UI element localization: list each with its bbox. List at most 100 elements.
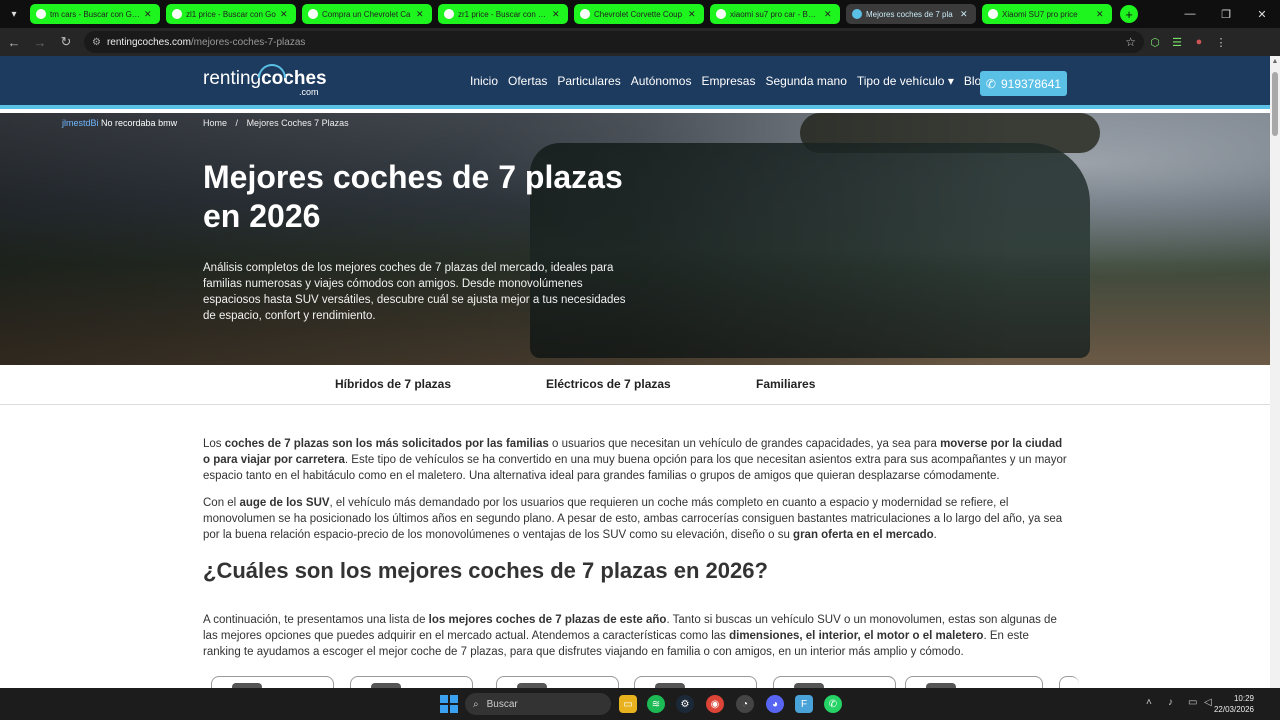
car-card[interactable] <box>496 676 619 688</box>
text-run: A continuación, te presentamos una lista… <box>203 614 429 626</box>
clock-date: 22/03/2026 <box>1213 705 1254 714</box>
app-icon[interactable]: ◔ <box>736 695 754 713</box>
tab-close-icon[interactable]: ✕ <box>960 9 970 20</box>
f-icon[interactable]: F <box>795 695 813 713</box>
tab-search-icon[interactable]: ▾ <box>4 4 24 24</box>
web-page: rentingcoches .com Inicio Ofertas Particul… <box>0 56 1270 688</box>
reload-icon[interactable]: ↻ <box>54 30 78 54</box>
car-card-carousel <box>211 676 1081 688</box>
breadcrumb-current: Mejores Coches 7 Plazas <box>246 118 349 128</box>
bold-run: gran oferta en el mercado <box>793 529 934 541</box>
profile-avatar[interactable]: ● <box>1188 31 1210 53</box>
car-card[interactable] <box>634 676 757 688</box>
browser-tab[interactable]: Chevrolet Corvette Coup ✕ <box>574 4 704 24</box>
bookmark-star-icon[interactable]: ☆ <box>1125 35 1136 49</box>
restore-icon[interactable]: ❐ <box>1208 0 1244 28</box>
microphone-icon[interactable]: ♪ <box>1168 697 1173 708</box>
hero-description: Análisis completos de los mejores coches… <box>203 262 626 322</box>
close-window-icon[interactable]: ✕ <box>1244 0 1280 28</box>
subnav-hibridos[interactable]: Híbridos de 7 plazas <box>335 377 451 391</box>
logo-arc-icon <box>258 64 286 78</box>
tab-favicon-icon <box>852 9 862 19</box>
volume-icon[interactable]: ◁ <box>1204 697 1212 708</box>
tab-favicon-icon <box>172 9 182 19</box>
tab-title: zl1 price - Buscar con Go <box>186 9 276 19</box>
car-card[interactable] <box>905 676 1043 688</box>
bold-run: los mejores coches de 7 plazas de este a… <box>428 614 667 626</box>
tab-close-icon[interactable]: ✕ <box>416 9 426 20</box>
breadcrumb-home[interactable]: Home <box>203 118 227 128</box>
bold-run: coches de 7 plazas son los más solicitad… <box>224 438 549 450</box>
car-card[interactable] <box>1059 676 1079 688</box>
taskbar-search[interactable]: ⌕ Buscar <box>465 693 611 715</box>
browser-menu-icon[interactable]: ⋮ <box>1210 31 1232 53</box>
text-run: o usuarios que necesitan un vehículo de … <box>548 438 941 450</box>
subnav-electricos[interactable]: Eléctricos de 7 plazas <box>546 377 671 391</box>
browser-tab[interactable]: Xiaomi SU7 pro price ✕ <box>982 4 1112 24</box>
browser-tab[interactable]: zr1 price - Buscar con Go ✕ <box>438 4 568 24</box>
nav-item[interactable]: Ofertas <box>508 74 547 88</box>
page-title: Mejores coches de 7 plazas en 2026 <box>203 159 623 234</box>
browser-tab[interactable]: tm cars - Buscar con Goo ✕ <box>30 4 160 24</box>
subnav-familiares[interactable]: Familiares <box>756 377 815 391</box>
browser-tab-bar: ▾ tm cars - Buscar con Goo ✕ zl1 price - B… <box>0 0 1280 28</box>
url-path: /mejores-coches-7-plazas <box>190 36 306 48</box>
user-note: jlmestdBi No recordaba bmw <box>62 118 177 128</box>
tab-close-icon[interactable]: ✕ <box>552 9 562 20</box>
browser-tab[interactable]: Compra un Chevrolet Ca ✕ <box>302 4 432 24</box>
tray-chevron-icon[interactable]: ˄ <box>1146 697 1152 708</box>
whatsapp-icon[interactable]: ✆ <box>824 695 842 713</box>
browser-tab[interactable]: zl1 price - Buscar con Go ✕ <box>166 4 296 24</box>
car-card[interactable] <box>773 676 896 688</box>
url-input[interactable]: ⚙ rentingcoches.com/mejores-coches-7-pla… <box>84 31 1144 53</box>
tab-title: Xiaomi SU7 pro price <box>1002 9 1078 19</box>
search-icon: ⌕ <box>473 698 479 710</box>
site-info-icon[interactable]: ⚙ <box>92 37 101 48</box>
minimize-icon[interactable]: — <box>1172 0 1208 28</box>
text-run: . <box>933 529 937 541</box>
browser-tab[interactable]: xiaomi su7 pro car - Busc ✕ <box>710 4 840 24</box>
tab-close-icon[interactable]: ✕ <box>688 9 698 20</box>
media-icon[interactable]: ☰ <box>1166 31 1188 53</box>
windows-start-icon[interactable] <box>440 695 458 713</box>
extension-icon[interactable]: ⬡ <box>1144 31 1166 53</box>
nav-item[interactable]: Autónomos <box>631 74 692 88</box>
scroll-up-icon[interactable]: ▲ <box>1270 58 1280 70</box>
car-card[interactable] <box>211 676 334 688</box>
scrollbar-thumb[interactable] <box>1272 72 1278 136</box>
breadcrumb: Home / Mejores Coches 7 Plazas <box>203 118 349 128</box>
page-scrollbar[interactable]: ▲ <box>1270 56 1280 688</box>
car-card[interactable] <box>350 676 473 688</box>
spotify-icon[interactable]: ≋ <box>647 695 665 713</box>
system-clock[interactable]: 10:29 22/03/2026 <box>1214 693 1254 715</box>
discord-icon[interactable]: ◕ <box>766 695 784 713</box>
site-header: rentingcoches .com Inicio Ofertas Particul… <box>0 56 1270 109</box>
phone-button[interactable]: ✆ 919378641 <box>980 71 1067 96</box>
breadcrumb-separator: / <box>235 118 239 128</box>
tab-favicon-icon <box>580 9 590 19</box>
nav-item[interactable]: Particulares <box>557 74 620 88</box>
tab-close-icon[interactable]: ✕ <box>144 9 154 20</box>
tab-close-icon[interactable]: ✕ <box>824 9 834 20</box>
tab-title: tm cars - Buscar con Goo <box>50 9 140 19</box>
tab-close-icon[interactable]: ✕ <box>1096 9 1106 20</box>
user-name[interactable]: jlmestdBi <box>62 118 99 128</box>
browser-tab[interactable]: Mejores coches de 7 pla ✕ <box>846 4 976 24</box>
nav-item[interactable]: Inicio <box>470 74 498 88</box>
new-tab-button[interactable]: + <box>1120 5 1138 23</box>
back-icon[interactable]: ← <box>2 30 26 54</box>
tab-close-icon[interactable]: ✕ <box>280 9 290 20</box>
address-bar-row: ← → ↻ ⚙ rentingcoches.com/mejores-coches… <box>0 28 1280 56</box>
site-logo[interactable]: rentingcoches .com <box>203 64 327 97</box>
forward-icon[interactable]: → <box>28 30 52 54</box>
steam-icon[interactable]: ⚙ <box>676 695 694 713</box>
nav-item[interactable]: Tipo de vehículo ▾ <box>857 74 954 88</box>
nav-item[interactable]: Segunda mano <box>765 74 846 88</box>
folder-icon[interactable]: ▭ <box>619 695 637 713</box>
network-icon[interactable]: ▭ <box>1188 697 1197 708</box>
clock-time: 10:29 <box>1233 694 1254 703</box>
chrome-icon[interactable]: ◉ <box>706 695 724 713</box>
tab-title: Mejores coches de 7 pla <box>866 9 953 19</box>
user-note-text: No recordaba bmw <box>101 118 178 128</box>
nav-item[interactable]: Empresas <box>701 74 755 88</box>
